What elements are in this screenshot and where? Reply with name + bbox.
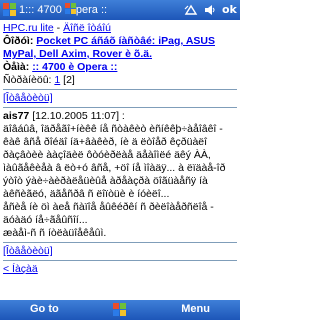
site-link[interactable]: HPC.ru lite bbox=[3, 22, 54, 34]
ok-button[interactable]: ok bbox=[222, 3, 237, 17]
title-bar: 1::: 4700 pera :: ok bbox=[0, 0, 240, 20]
opera-logo-icon bbox=[64, 3, 76, 14]
status-area: ok bbox=[184, 3, 237, 17]
post-colon: : bbox=[119, 110, 125, 122]
forum-label: Ôîðóì: bbox=[3, 35, 34, 47]
post: ais77 [12.10.2005 11:07] : äîâáûâ, îäðåã… bbox=[3, 110, 237, 240]
page-2-current: [2] bbox=[63, 74, 75, 86]
back-link[interactable]: < Íàçàä bbox=[3, 263, 38, 275]
menu-bar: Go to Menu bbox=[0, 300, 240, 320]
divider bbox=[3, 242, 237, 243]
divider bbox=[3, 260, 237, 261]
theme-link[interactable]: :: 4700 è Opera :: bbox=[32, 61, 117, 73]
volume-icon[interactable] bbox=[203, 3, 217, 17]
keyboard-icon[interactable] bbox=[113, 303, 127, 317]
page-1-link[interactable]: 1 bbox=[54, 74, 60, 86]
post-date: [12.10.2005 11:07] bbox=[32, 110, 120, 122]
forum-link[interactable]: Pocket PC áñáõ íàñòâé: iPag, ASUS MyPal,… bbox=[3, 35, 215, 60]
post-author: ais77 bbox=[3, 110, 30, 122]
title-rest: pera :: bbox=[75, 4, 108, 16]
post-body-2: åñèå íè öì àeå ñàïîå åûêéðêí ñ ðèëîàåðñë… bbox=[3, 201, 214, 226]
reply-link-bottom[interactable]: [Îòâåòèòü] bbox=[3, 245, 53, 257]
title-prefix: 1::: bbox=[19, 4, 35, 16]
page-content: HPC.ru lite - Äîñë îòáîú Ôîðóì: Pocket P… bbox=[0, 20, 240, 300]
post-body-1: äîâáûâ, îäðåãî+íèêê íå ñòàêèò èñíêêþ÷àåî… bbox=[3, 123, 226, 200]
theme-row: Òåìà: :: 4700 è Opera :: bbox=[3, 61, 237, 74]
breadcrumb: HPC.ru lite - Äîñë îòáîú bbox=[3, 22, 237, 35]
theme-label: Òåìà: bbox=[3, 61, 30, 73]
forum-row: Ôîðóì: Pocket PC áñáõ íàñòâé: iPag, ASUS… bbox=[3, 35, 237, 61]
reply-link-top[interactable]: [Îòâåòèòü] bbox=[3, 92, 53, 104]
post-header: ais77 [12.10.2005 11:07] : bbox=[3, 110, 237, 123]
connectivity-icon[interactable] bbox=[184, 3, 198, 17]
breadcrumb-separator: - bbox=[53, 22, 64, 34]
section-link[interactable]: Äîñë îòáîú bbox=[63, 22, 111, 34]
divider bbox=[3, 107, 237, 108]
goto-softkey[interactable]: Go to bbox=[30, 303, 59, 315]
divider bbox=[3, 89, 237, 90]
menu-softkey[interactable]: Menu bbox=[181, 303, 210, 315]
pages-row: Ñòðàíèöû: 1 [2] bbox=[3, 74, 237, 87]
windows-start-icon[interactable] bbox=[3, 3, 17, 17]
pages-label: Ñòðàíèöû: bbox=[3, 74, 52, 86]
post-body-3: æàåì-ñ ñ íòëàüîåêåûì. bbox=[3, 227, 107, 239]
title-number: 4700 bbox=[37, 4, 62, 16]
window-title: 1::: 4700 pera :: bbox=[19, 3, 107, 17]
